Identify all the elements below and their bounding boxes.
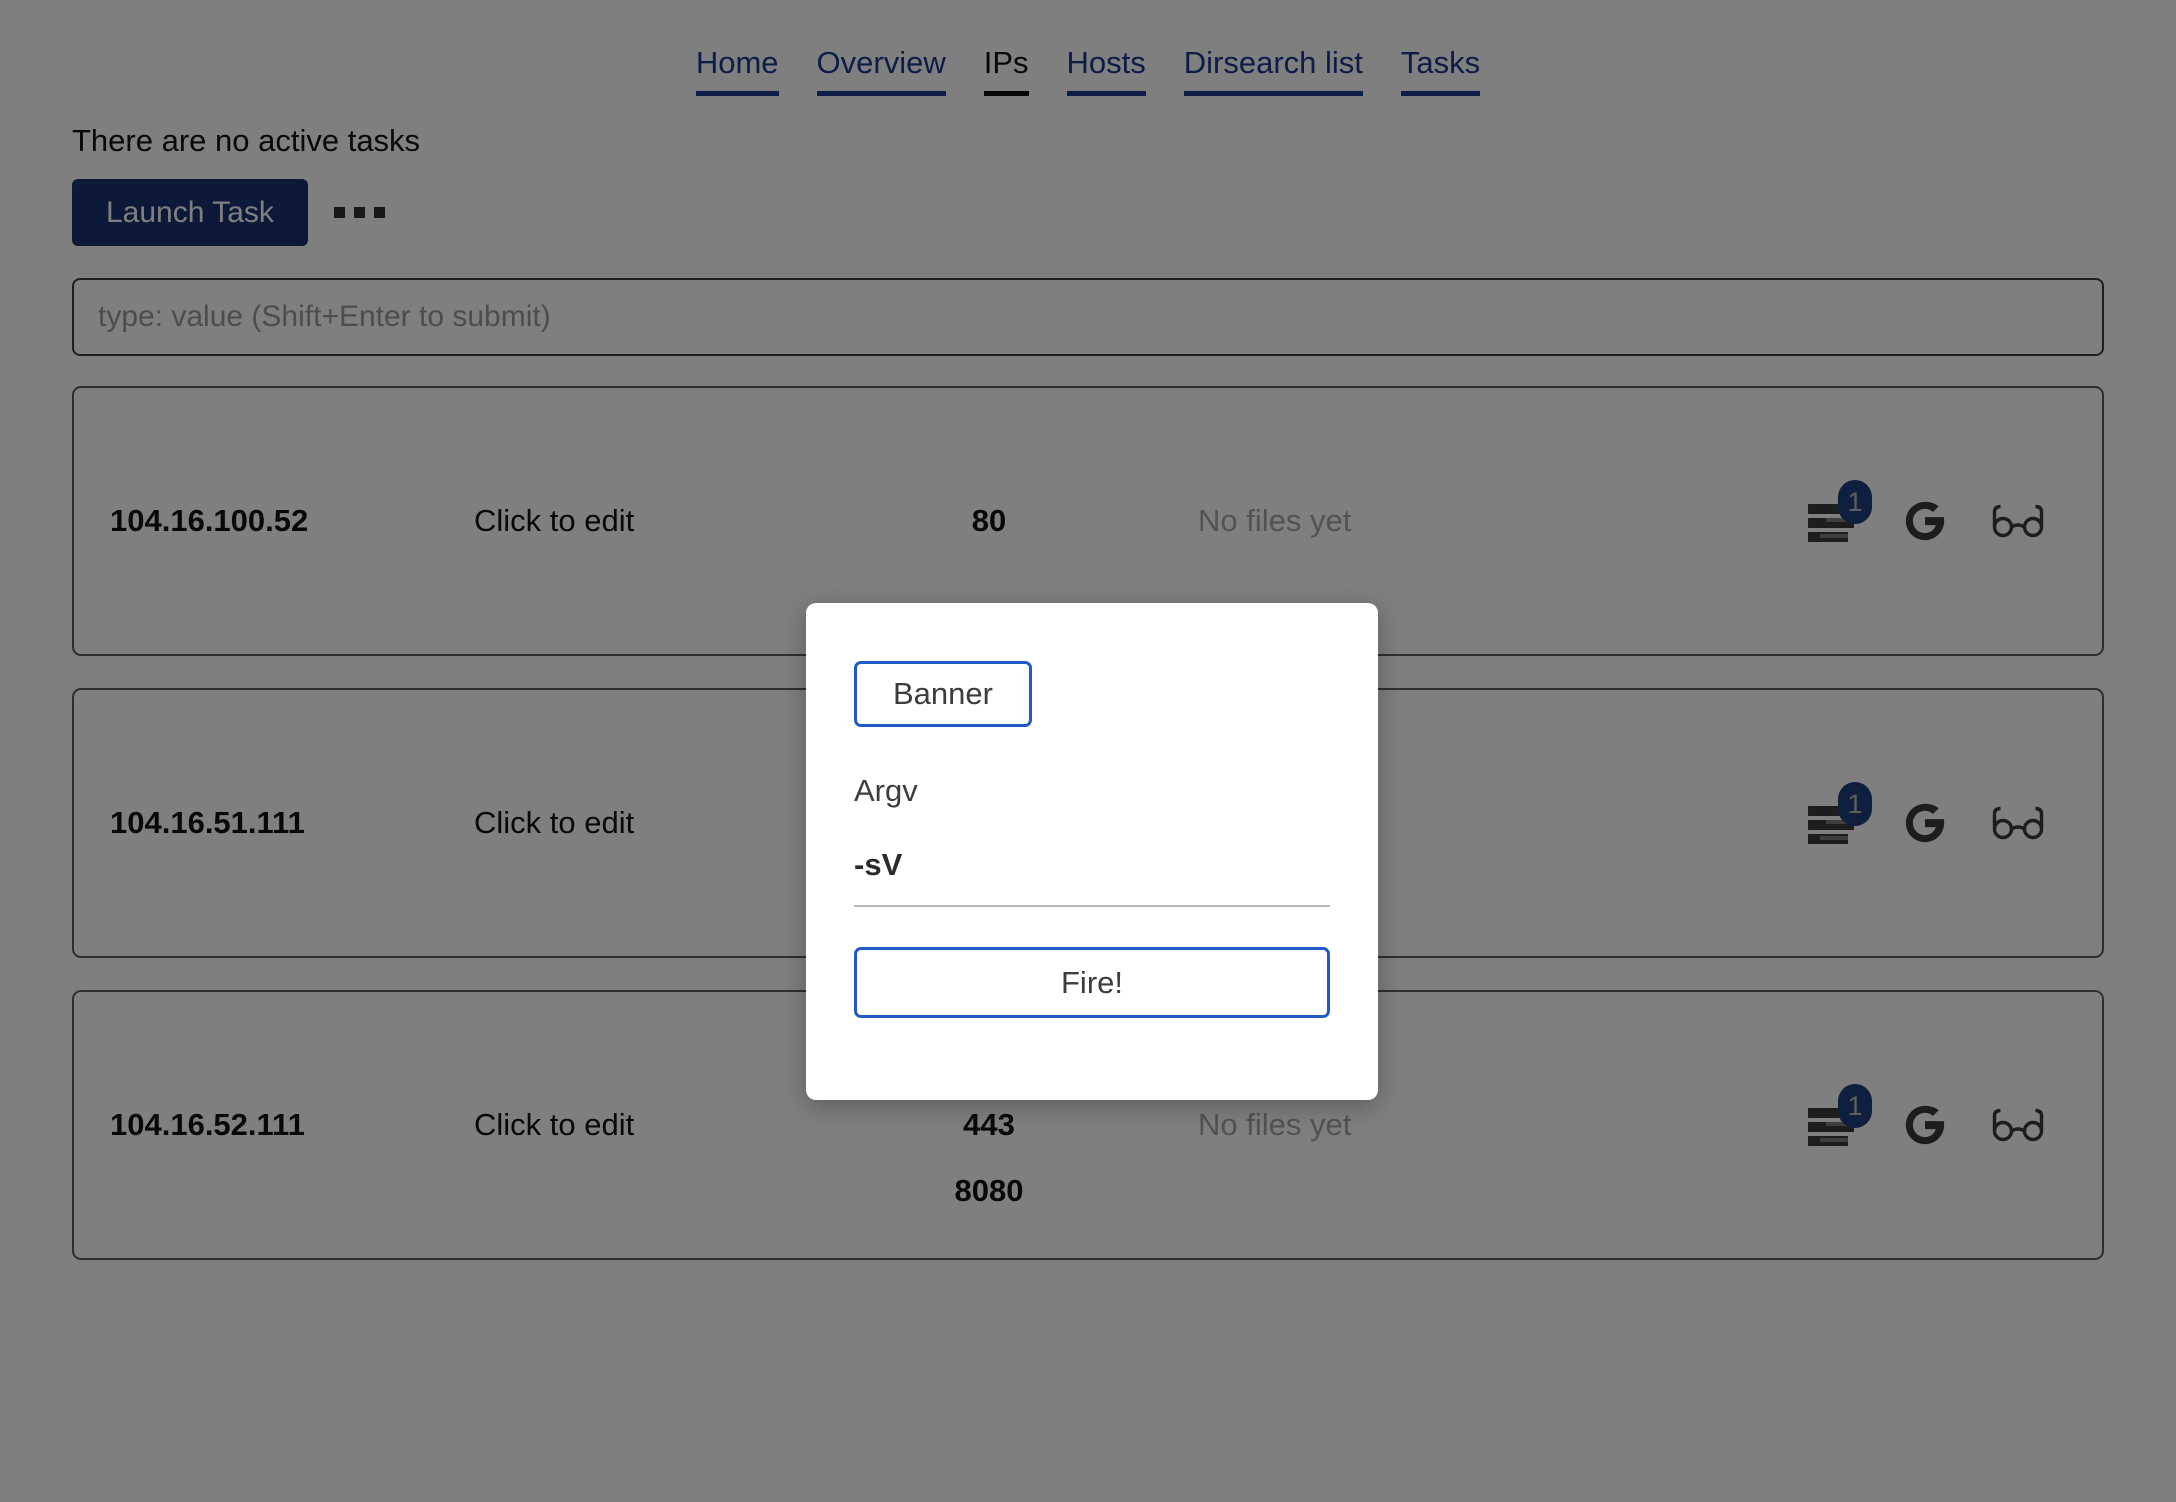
fire-button[interactable]: Fire!: [854, 947, 1330, 1019]
scan-options-dialog: Banner Argv -sV Fire!: [806, 603, 1378, 1100]
dialog-body: Banner Argv -sV Fire!: [806, 603, 1378, 1018]
argv-input[interactable]: -sV: [854, 847, 1330, 907]
banner-button[interactable]: Banner: [854, 661, 1032, 727]
argv-label: Argv: [854, 773, 1330, 809]
